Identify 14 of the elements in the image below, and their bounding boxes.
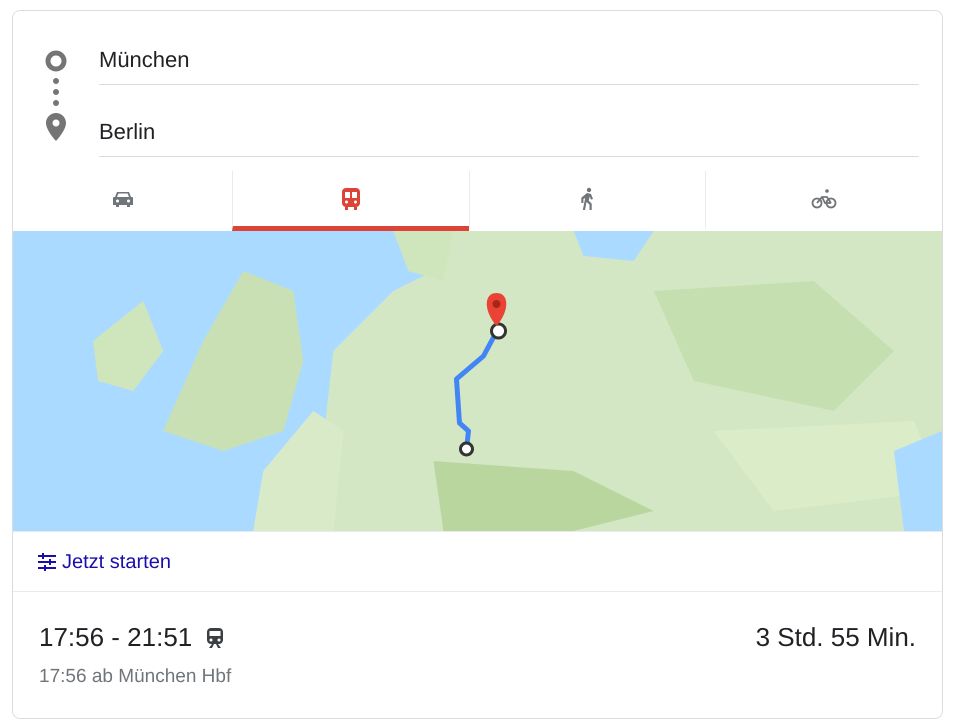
dots-icon bbox=[53, 76, 59, 108]
bus-icon bbox=[340, 186, 362, 210]
bicycle-icon bbox=[811, 188, 838, 210]
sliders-icon bbox=[37, 552, 57, 570]
options-link[interactable]: Jetzt starten bbox=[37, 546, 171, 576]
origin-field[interactable]: München bbox=[99, 35, 919, 85]
walking-person-icon bbox=[580, 186, 596, 210]
time-range: 17:56 - 21:51 bbox=[39, 621, 192, 654]
origin-circle-icon bbox=[45, 50, 67, 72]
train-icon bbox=[206, 628, 224, 648]
location-pin-icon bbox=[45, 112, 67, 142]
departure-info: 17:56 ab München Hbf bbox=[39, 665, 232, 689]
destination-field[interactable]: Berlin bbox=[99, 107, 919, 157]
duration: 3 Std. 55 Min. bbox=[756, 621, 916, 654]
